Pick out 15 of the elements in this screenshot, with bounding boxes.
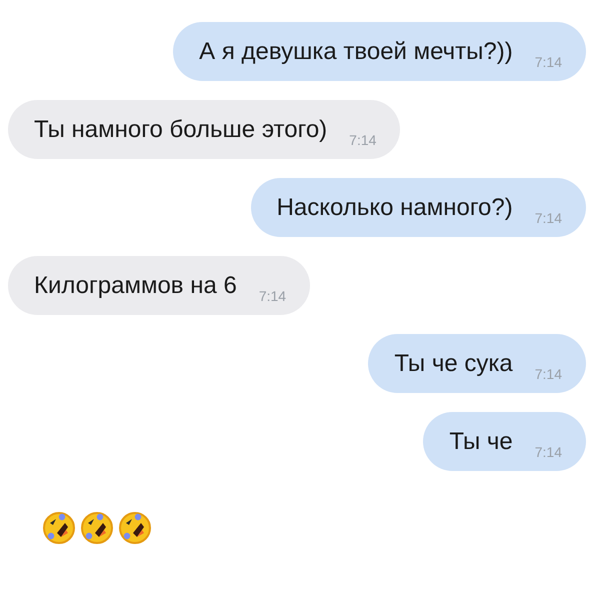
laughing-face-icon bbox=[42, 511, 76, 545]
message-time: 7:14 bbox=[348, 132, 376, 149]
message-text: Ты че bbox=[449, 427, 513, 457]
message-time: 7:14 bbox=[534, 366, 562, 383]
message-text: Ты че сука bbox=[394, 349, 513, 379]
message-text: А я девушка твоей мечты?)) bbox=[199, 37, 513, 67]
message-time: 7:14 bbox=[534, 54, 562, 71]
laughing-face-icon bbox=[80, 511, 114, 545]
message-text: Килограммов на 6 bbox=[34, 271, 237, 301]
message-time: 7:14 bbox=[258, 288, 286, 305]
message-text: Ты намного больше этого) bbox=[34, 115, 328, 145]
laughing-face-icon bbox=[118, 511, 152, 545]
message-text: Насколько намного?) bbox=[276, 193, 513, 223]
message-time: 7:14 bbox=[534, 210, 562, 227]
message-time: 7:14 bbox=[534, 444, 562, 461]
